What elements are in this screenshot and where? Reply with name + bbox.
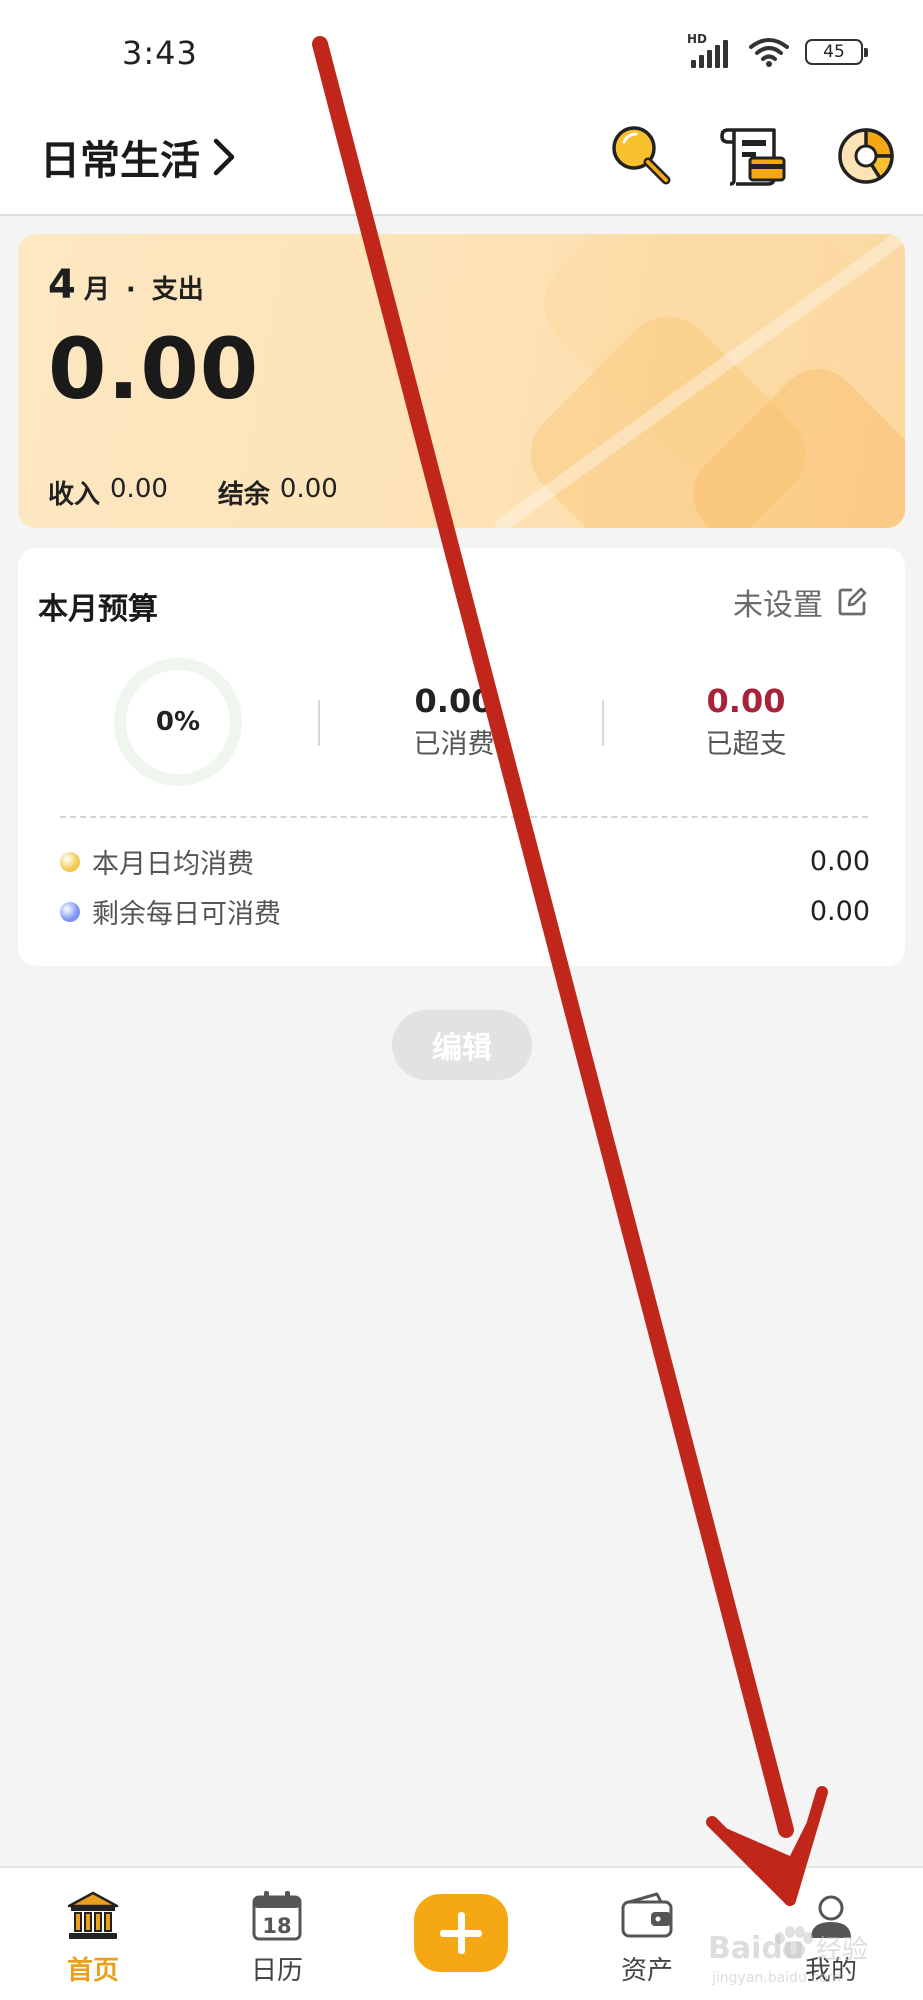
income-label: 收入 <box>48 480 101 510</box>
nav-label: 日历 <box>250 1956 303 1986</box>
wifi-icon <box>749 38 789 67</box>
status-bar: 3:43 HD 45 <box>0 0 923 110</box>
balance-value: 0.00 <box>279 474 338 504</box>
edit-button[interactable]: 编辑 <box>392 1010 532 1080</box>
nav-item-mine[interactable]: 我的 <box>766 1888 896 1987</box>
spent-value: 0.00 <box>414 682 494 720</box>
remaining-daily-row: 剩余每日可消费 0.00 <box>60 892 880 931</box>
spent-label: 已消费 <box>413 729 495 760</box>
bill-scroll-icon[interactable] <box>720 120 790 190</box>
expense-amount: 0.00 <box>48 320 260 418</box>
budget-setting-label: 未设置 <box>733 588 823 623</box>
metric-label: 本月日均消费 <box>92 849 254 880</box>
month-unit: 月 <box>83 275 110 305</box>
spent-stat: 0.00 已消费 <box>354 682 554 761</box>
over-budget-value: 0.00 <box>706 682 786 720</box>
budget-percent: 0% <box>155 707 201 737</box>
income-value: 0.00 <box>110 474 168 504</box>
pie-chart-icon[interactable] <box>834 120 904 190</box>
account-book-switcher[interactable]: 日常生活 <box>40 128 236 186</box>
nav-label: 首页 <box>66 1956 119 1986</box>
balance-label: 结余 <box>217 480 270 510</box>
over-budget-label: 已超支 <box>705 729 787 760</box>
separator-dot: · <box>125 275 136 305</box>
summary-type: 支出 <box>151 275 204 305</box>
budget-setting-button[interactable]: 未设置 <box>733 580 867 624</box>
wallet-icon <box>621 1892 673 1938</box>
dashed-divider <box>60 816 868 818</box>
calendar-icon: 18 <box>252 1891 302 1941</box>
income-balance-line: 收入 0.00 结余 0.00 <box>48 474 338 511</box>
nav-item-assets[interactable]: 资产 <box>582 1888 712 1987</box>
budget-title: 本月预算 <box>38 592 158 627</box>
blue-dot-icon <box>60 901 80 922</box>
bank-icon <box>67 1891 119 1939</box>
status-icons: HD 45 <box>687 32 868 68</box>
month-type-line: 4 月 · 支出 <box>48 262 204 308</box>
app-header: 日常生活 <box>0 110 923 216</box>
monthly-summary-card[interactable]: 4 月 · 支出 0.00 收入 0.00 结余 0.00 <box>18 234 905 528</box>
calendar-date: 18 <box>262 1914 291 1938</box>
chevron-right-icon <box>213 138 235 176</box>
divider <box>602 700 604 746</box>
nav-label: 我的 <box>804 1956 857 1986</box>
yellow-dot-icon <box>60 851 80 872</box>
monthly-budget-card: 本月预算 未设置 0% 0.00 已消费 0.00 已超支 本月日均消费 0.0… <box>18 548 905 966</box>
nav-label: 资产 <box>620 1956 673 1986</box>
nav-item-home[interactable]: 首页 <box>28 1888 158 1987</box>
metric-label: 剩余每日可消费 <box>92 899 281 930</box>
search-icon[interactable] <box>606 120 676 190</box>
income: 收入 0.00 <box>48 474 168 511</box>
daily-average-row: 本月日均消费 0.00 <box>60 842 880 881</box>
battery-icon: 45 <box>805 39 868 65</box>
month-number: 4 <box>48 262 76 308</box>
bottom-nav: 首页 18 日历 资产 我的 <box>0 1866 923 2000</box>
metric-value: 0.00 <box>809 896 870 927</box>
add-record-button[interactable] <box>414 1894 508 1972</box>
nav-item-calendar[interactable]: 18 日历 <box>212 1888 342 1987</box>
divider <box>318 700 320 746</box>
cellular-signal-icon: HD <box>687 32 733 68</box>
edit-icon <box>838 587 867 616</box>
account-book-title: 日常生活 <box>40 138 200 184</box>
status-time: 3:43 <box>122 34 198 72</box>
metric-value: 0.00 <box>809 846 870 877</box>
user-icon <box>811 1895 851 1938</box>
balance: 结余 0.00 <box>218 474 338 511</box>
battery-level: 45 <box>823 42 845 62</box>
over-budget-stat: 0.00 已超支 <box>646 682 846 761</box>
